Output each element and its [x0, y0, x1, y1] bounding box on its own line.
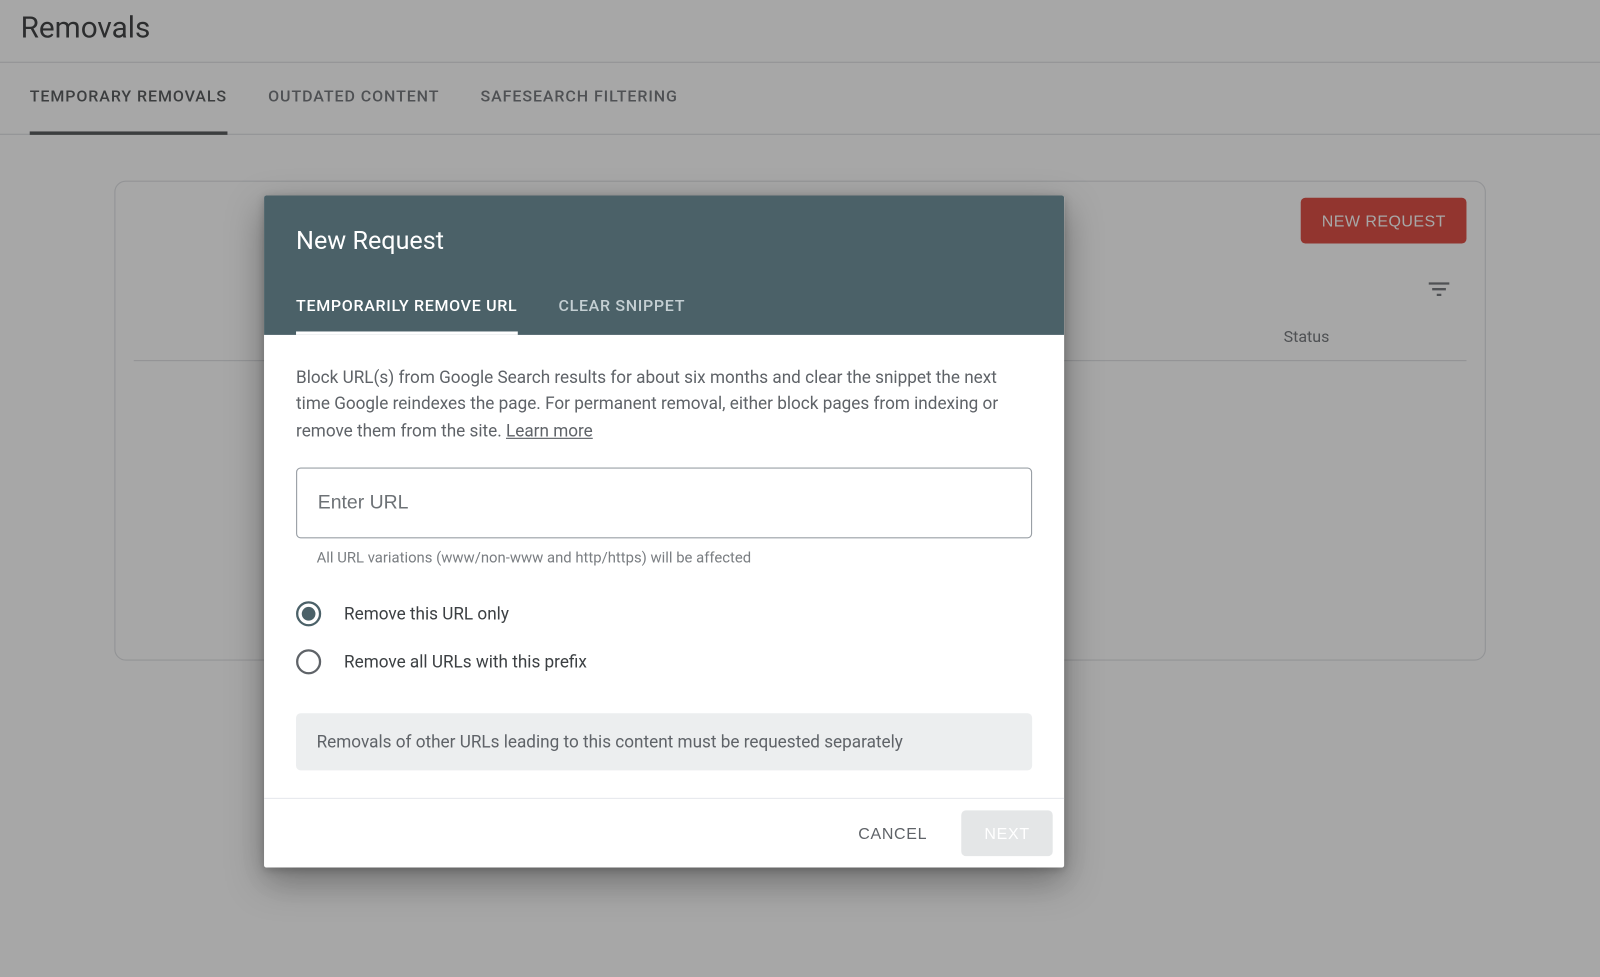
- radio-label: Remove this URL only: [344, 603, 509, 624]
- cancel-button[interactable]: CANCEL: [838, 810, 948, 856]
- modal-footer: CANCEL NEXT: [264, 798, 1064, 868]
- url-input[interactable]: [296, 467, 1032, 538]
- modal-tabs: TEMPORARILY REMOVE URL CLEAR SNIPPET: [296, 283, 1032, 334]
- modal-tab-clear-snippet[interactable]: CLEAR SNIPPET: [558, 283, 685, 334]
- modal-note: Removals of other URLs leading to this c…: [296, 713, 1032, 770]
- modal-body: Block URL(s) from Google Search results …: [264, 335, 1064, 798]
- description-text: Block URL(s) from Google Search results …: [296, 367, 998, 441]
- radio-icon: [296, 601, 321, 626]
- modal-tab-label: CLEAR SNIPPET: [558, 297, 685, 315]
- learn-more-link[interactable]: Learn more: [506, 420, 593, 441]
- modal-tab-temporarily-remove-url[interactable]: TEMPORARILY REMOVE URL: [296, 283, 517, 334]
- modal-description: Block URL(s) from Google Search results …: [296, 365, 1032, 445]
- modal-header: New Request TEMPORARILY REMOVE URL CLEAR…: [264, 195, 1064, 334]
- radio-label: Remove all URLs with this prefix: [344, 651, 587, 672]
- url-input-helper: All URL variations (www/non-www and http…: [317, 549, 1033, 566]
- modal-title: New Request: [296, 227, 1032, 256]
- modal-tab-label: TEMPORARILY REMOVE URL: [296, 297, 517, 315]
- radio-remove-this-url-only[interactable]: Remove this URL only: [296, 590, 1032, 638]
- radio-remove-all-urls-with-prefix[interactable]: Remove all URLs with this prefix: [296, 638, 1032, 686]
- new-request-modal: New Request TEMPORARILY REMOVE URL CLEAR…: [264, 195, 1064, 867]
- next-button[interactable]: NEXT: [962, 810, 1053, 856]
- radio-icon: [296, 649, 321, 674]
